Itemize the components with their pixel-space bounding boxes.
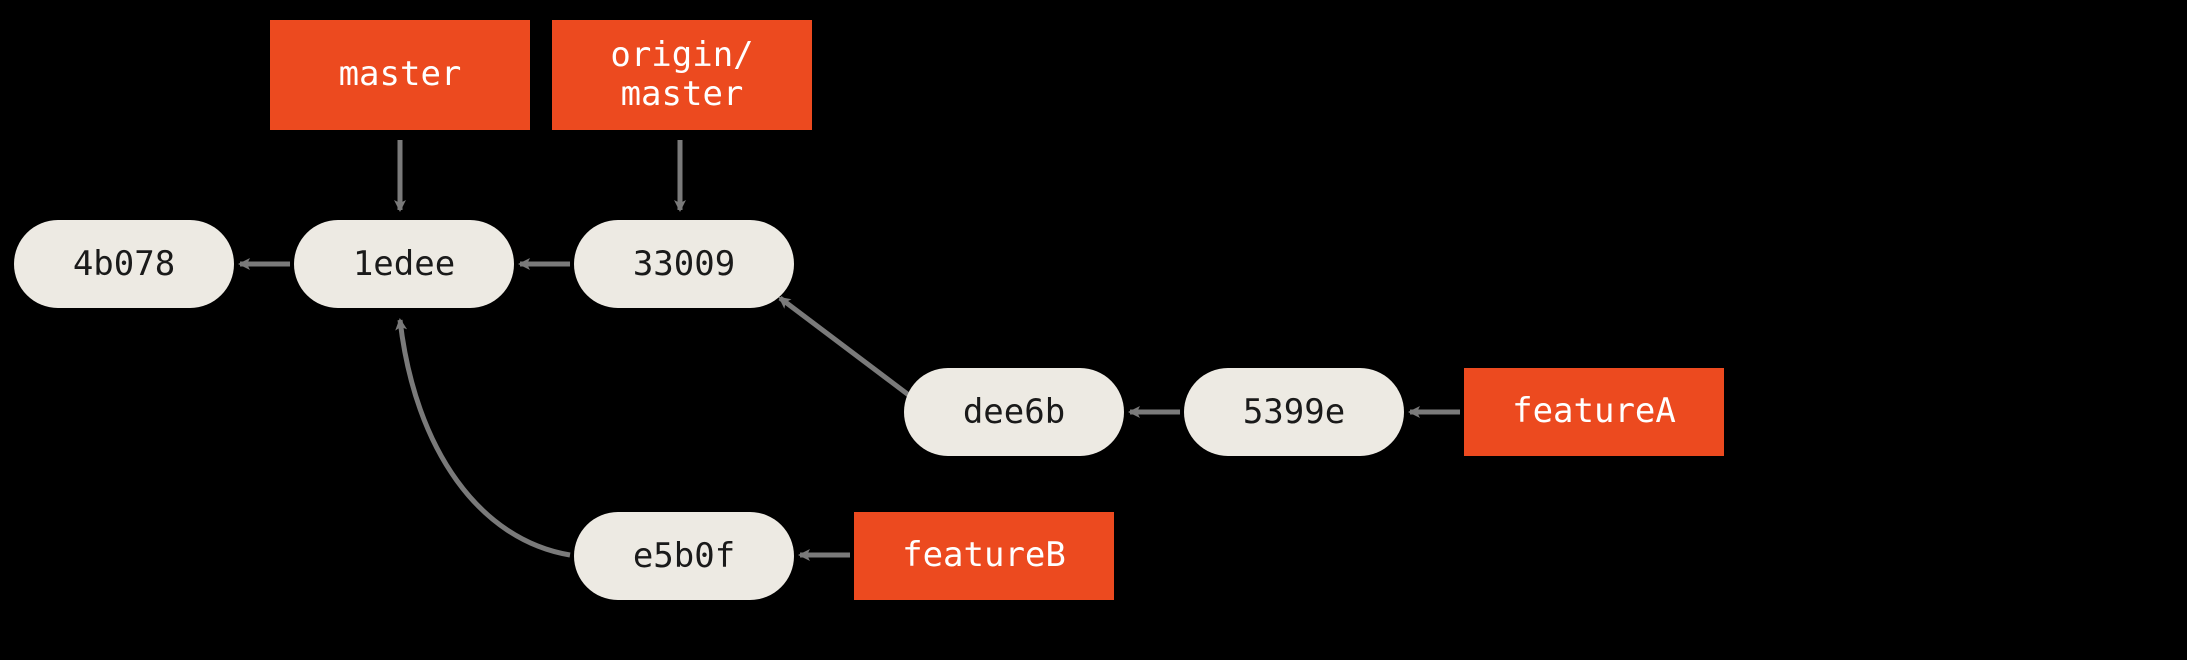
edge-c4-c3 bbox=[780, 298, 910, 396]
commit-e5b0f: e5b0f bbox=[574, 512, 794, 600]
git-graph-diagram: master origin/ master 4b078 1edee 33009 … bbox=[0, 0, 2187, 660]
branch-master: master bbox=[270, 20, 530, 130]
commit-dee6b: dee6b bbox=[904, 368, 1124, 456]
commit-4b078: 4b078 bbox=[14, 220, 234, 308]
branch-featureA: featureA bbox=[1464, 368, 1724, 456]
branch-origin-master: origin/ master bbox=[552, 20, 812, 130]
commit-5399e: 5399e bbox=[1184, 368, 1404, 456]
commit-1edee: 1edee bbox=[294, 220, 514, 308]
branch-featureB: featureB bbox=[854, 512, 1114, 600]
commit-33009: 33009 bbox=[574, 220, 794, 308]
edge-c6-c2 bbox=[400, 320, 570, 555]
